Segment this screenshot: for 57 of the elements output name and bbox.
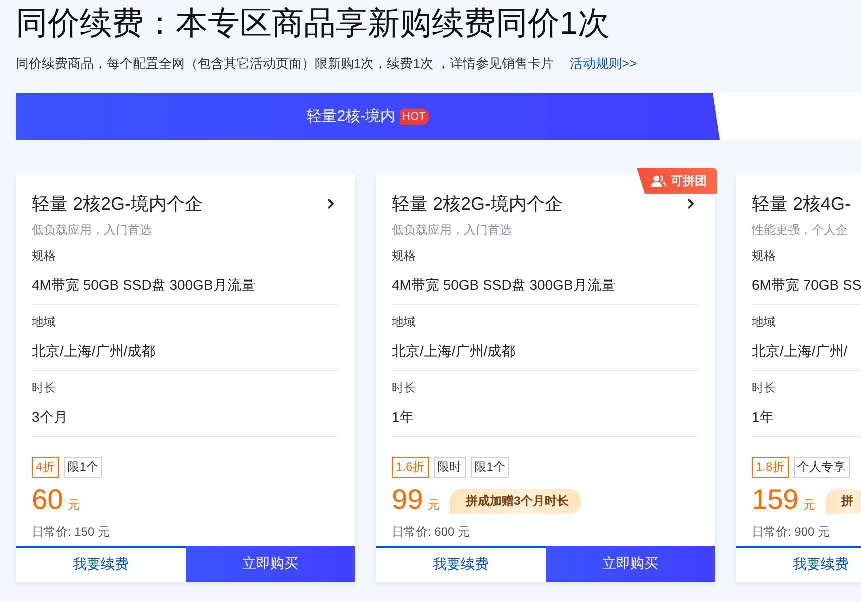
renew-button[interactable]: 我要续费 xyxy=(736,546,861,582)
product-subtitle: 低负载应用，入门首选 xyxy=(32,222,153,239)
spec-value: 1年 xyxy=(752,409,775,427)
spec-label: 时长 xyxy=(392,380,417,397)
spec-value: 6M带宽 70GB SS xyxy=(752,277,861,295)
spec-label: 时长 xyxy=(752,380,777,397)
chevron-right-icon[interactable] xyxy=(687,198,695,210)
spec-label: 地域 xyxy=(752,314,777,331)
spec-value: 北京/上海/广州/ xyxy=(752,343,849,361)
product-title: 轻量 2核2G-境内个企 xyxy=(32,193,204,216)
spec-value: 北京/上海/广州/成都 xyxy=(392,343,517,361)
regular-price: 日常价: 150 元 xyxy=(32,524,112,541)
spec-label: 规格 xyxy=(752,248,777,265)
product-title: 轻量 2核2G-境内个企 xyxy=(392,193,564,216)
price: 159 xyxy=(752,484,799,516)
chevron-right-icon[interactable] xyxy=(327,198,335,210)
buy-button[interactable]: 立即购买 xyxy=(546,546,715,582)
product-tag: 1.6折 xyxy=(392,457,429,478)
price-unit: 元 xyxy=(68,497,80,514)
spec-label: 地域 xyxy=(392,314,417,331)
product-tag: 限1个 xyxy=(64,457,102,478)
promo-badge: 拼成加赠3个月时长 xyxy=(450,488,581,514)
product-title: 轻量 2核4G- xyxy=(752,193,852,216)
product-subtitle: 性能更强，个人企 xyxy=(752,222,849,239)
spec-label: 地域 xyxy=(32,314,57,331)
product-tag: 个人专享 xyxy=(794,457,850,478)
spec-label: 规格 xyxy=(392,248,417,265)
tab-label: 轻量2核-境内 xyxy=(307,107,396,126)
spec-label: 规格 xyxy=(32,248,57,265)
buy-button[interactable]: 立即购买 xyxy=(186,546,355,582)
product-tag: 4折 xyxy=(32,457,59,478)
product-subtitle: 低负载应用，入门首选 xyxy=(392,222,513,239)
spec-value: 4M带宽 50GB SSD盘 300GB月流量 xyxy=(32,277,256,295)
group-buy-badge: 可拼团 xyxy=(637,168,717,194)
spec-value: 1年 xyxy=(392,409,415,427)
product-tag: 限1个 xyxy=(470,457,510,478)
regular-price: 日常价: 900 元 xyxy=(752,524,832,541)
spec-value: 3个月 xyxy=(32,409,69,427)
category-tab[interactable]: 轻量2核-境内 HOT xyxy=(16,93,720,140)
price: 60 xyxy=(32,484,64,516)
rules-link[interactable]: 活动规则>> xyxy=(570,55,638,73)
price: 99 xyxy=(392,484,424,516)
renew-button[interactable]: 我要续费 xyxy=(376,546,546,582)
page-title: 同价续费：本专区商品享新购续费同价1次 xyxy=(15,4,611,42)
price-unit: 元 xyxy=(428,497,440,514)
promo-description: 同价续费商品，每个配置全网（包含其它活动页面）限新购1次，续费1次 ，详情参见销售卡片 xyxy=(16,55,554,73)
price-unit: 元 xyxy=(804,497,816,514)
product-tag: 1.8折 xyxy=(752,457,789,478)
renew-button[interactable]: 我要续费 xyxy=(16,546,186,582)
regular-price: 日常价: 600 元 xyxy=(392,524,472,541)
promo-badge: 拼 xyxy=(826,488,861,514)
product-tag: 限时 xyxy=(434,457,466,478)
spec-value: 4M带宽 50GB SSD盘 300GB月流量 xyxy=(392,277,616,295)
spec-label: 时长 xyxy=(32,380,57,397)
spec-value: 北京/上海/广州/成都 xyxy=(32,343,157,361)
people-icon xyxy=(651,174,666,188)
hot-badge: HOT xyxy=(400,108,429,124)
